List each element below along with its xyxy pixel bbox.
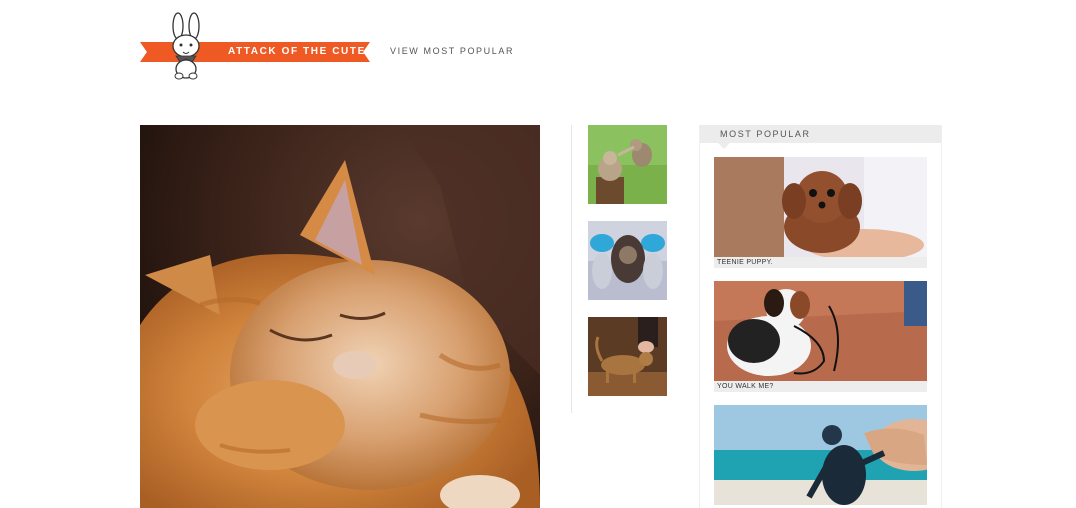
- popular-item-image: [714, 157, 927, 257]
- brown-puppy-photo-icon: [714, 157, 927, 257]
- column-divider: [571, 125, 572, 413]
- kittens-fighting-thumb-icon: [588, 125, 667, 204]
- thumbnail-2[interactable]: [588, 221, 667, 300]
- site-header: ATTACK OF THE CUTE VIEW MOST POPULAR: [0, 0, 1076, 100]
- most-popular-sidebar: MOST POPULAR TEENIE PUPPY. YOU WALK ME?: [699, 125, 942, 508]
- cat-walking-thumb-icon: [588, 317, 667, 396]
- sidebar-header-notch: [718, 143, 730, 149]
- popular-item-image: [714, 281, 927, 381]
- popular-item-caption: YOU WALK ME?: [714, 381, 927, 392]
- sidebar-header: MOST POPULAR: [700, 125, 941, 143]
- sleeping-orange-kitten-icon: [140, 125, 540, 508]
- sidebar-title: MOST POPULAR: [720, 129, 811, 139]
- puppies-in-beanies-thumb-icon: [588, 221, 667, 300]
- thumbnail-1[interactable]: [588, 125, 667, 204]
- popular-item[interactable]: TEENIE PUPPY.: [714, 157, 927, 268]
- baby-turtle-photo-icon: [714, 405, 927, 505]
- main-photo[interactable]: [140, 125, 540, 508]
- site-logo[interactable]: ATTACK OF THE CUTE: [140, 12, 375, 82]
- bunny-logo-icon: [172, 12, 200, 80]
- logo-text: ATTACK OF THE CUTE: [228, 46, 366, 57]
- beagle-puppy-photo-icon: [714, 281, 927, 381]
- popular-item-image: [714, 405, 927, 505]
- popular-item[interactable]: [714, 405, 927, 505]
- popular-item[interactable]: YOU WALK ME?: [714, 281, 927, 392]
- thumbnail-3[interactable]: [588, 317, 667, 396]
- view-most-popular-link[interactable]: VIEW MOST POPULAR: [390, 46, 514, 56]
- popular-item-caption: TEENIE PUPPY.: [714, 257, 927, 268]
